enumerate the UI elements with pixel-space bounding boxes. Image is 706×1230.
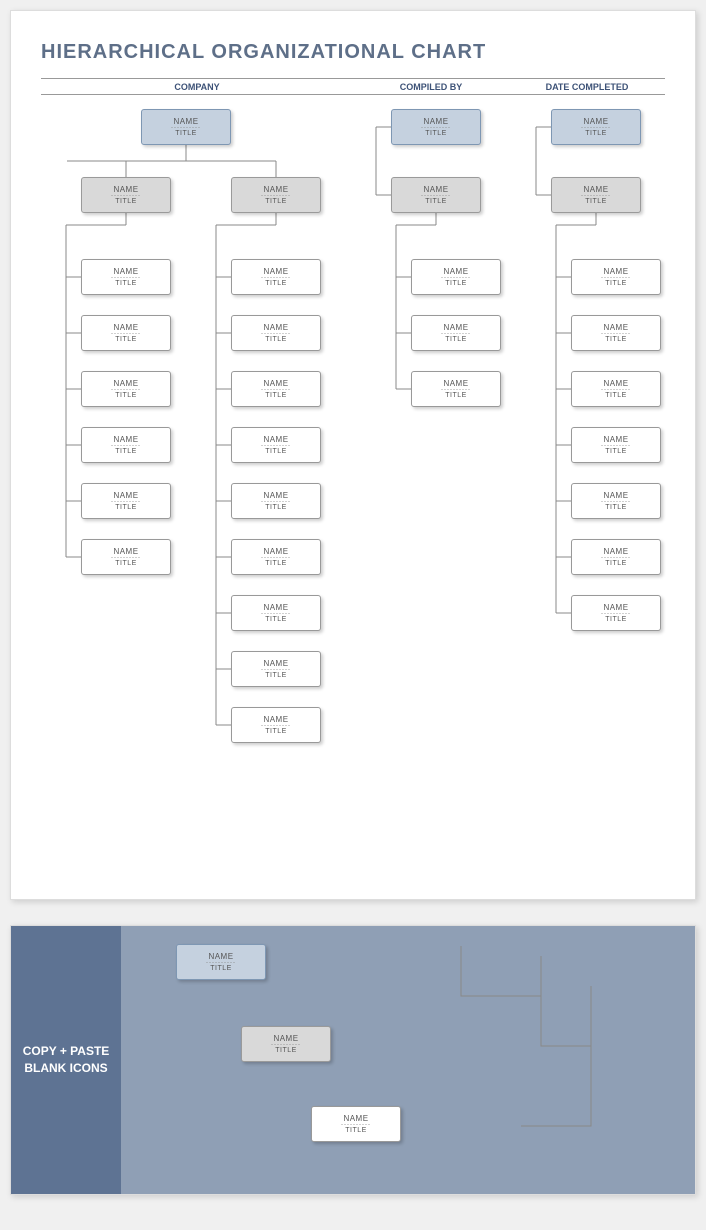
header-compiled-by: COMPILED BY	[353, 82, 509, 92]
org-node[interactable]: NAME----------TITLE	[411, 371, 501, 407]
org-node[interactable]: NAME----------TITLE	[571, 595, 661, 631]
org-node[interactable]: NAME----------TITLE	[81, 483, 171, 519]
org-node[interactable]: NAME----------TITLE	[81, 177, 171, 213]
org-node[interactable]: NAME----------TITLE	[81, 259, 171, 295]
header-date-completed: DATE COMPLETED	[509, 82, 665, 92]
org-node[interactable]: NAME----------TITLE	[391, 177, 481, 213]
palette-label: COPY + PASTE BLANK ICONS	[11, 926, 121, 1194]
org-node[interactable]: NAME----------TITLE	[231, 651, 321, 687]
org-node[interactable]: NAME----------TITLE	[411, 259, 501, 295]
org-node[interactable]: NAME----------TITLE	[141, 109, 231, 145]
org-node[interactable]: NAME----------TITLE	[231, 315, 321, 351]
org-node[interactable]: NAME----------TITLE	[231, 177, 321, 213]
org-node[interactable]: NAME----------TITLE	[81, 427, 171, 463]
org-node[interactable]: NAME----------TITLE	[81, 371, 171, 407]
org-node[interactable]: NAME----------TITLE	[241, 1026, 331, 1062]
org-node[interactable]: NAME----------TITLE	[571, 371, 661, 407]
page-title: HIERARCHICAL ORGANIZATIONAL CHART	[41, 41, 665, 64]
org-node[interactable]: NAME----------TITLE	[311, 1106, 401, 1142]
org-node[interactable]: NAME----------TITLE	[231, 595, 321, 631]
org-node[interactable]: NAME----------TITLE	[571, 539, 661, 575]
org-node[interactable]: NAME----------TITLE	[231, 483, 321, 519]
org-node[interactable]: NAME----------TITLE	[411, 315, 501, 351]
org-node[interactable]: NAME----------TITLE	[571, 427, 661, 463]
palette-canvas: NAME----------TITLE NAME----------TITLE NA…	[121, 926, 695, 1194]
org-node[interactable]: NAME----------TITLE	[571, 259, 661, 295]
org-node[interactable]: NAME----------TITLE	[176, 944, 266, 980]
org-node[interactable]: NAME----------TITLE	[81, 315, 171, 351]
palette-page: COPY + PASTE BLANK ICONS NAME----------T…	[10, 925, 696, 1195]
org-node[interactable]: NAME----------TITLE	[571, 315, 661, 351]
chart-area: NAME----------TITLENAME----------TITLENA…	[41, 109, 665, 859]
org-node[interactable]: NAME----------TITLE	[551, 177, 641, 213]
column-headers: COMPANY COMPILED BY DATE COMPLETED	[41, 78, 665, 95]
org-node[interactable]: NAME----------TITLE	[571, 483, 661, 519]
org-node[interactable]: NAME----------TITLE	[231, 371, 321, 407]
org-node[interactable]: NAME----------TITLE	[231, 427, 321, 463]
header-company: COMPANY	[41, 82, 353, 92]
org-node[interactable]: NAME----------TITLE	[231, 539, 321, 575]
org-node[interactable]: NAME----------TITLE	[391, 109, 481, 145]
org-node[interactable]: NAME----------TITLE	[231, 707, 321, 743]
org-node[interactable]: NAME----------TITLE	[551, 109, 641, 145]
org-node[interactable]: NAME----------TITLE	[231, 259, 321, 295]
org-node[interactable]: NAME----------TITLE	[81, 539, 171, 575]
org-chart-page: HIERARCHICAL ORGANIZATIONAL CHART COMPAN…	[10, 10, 696, 900]
